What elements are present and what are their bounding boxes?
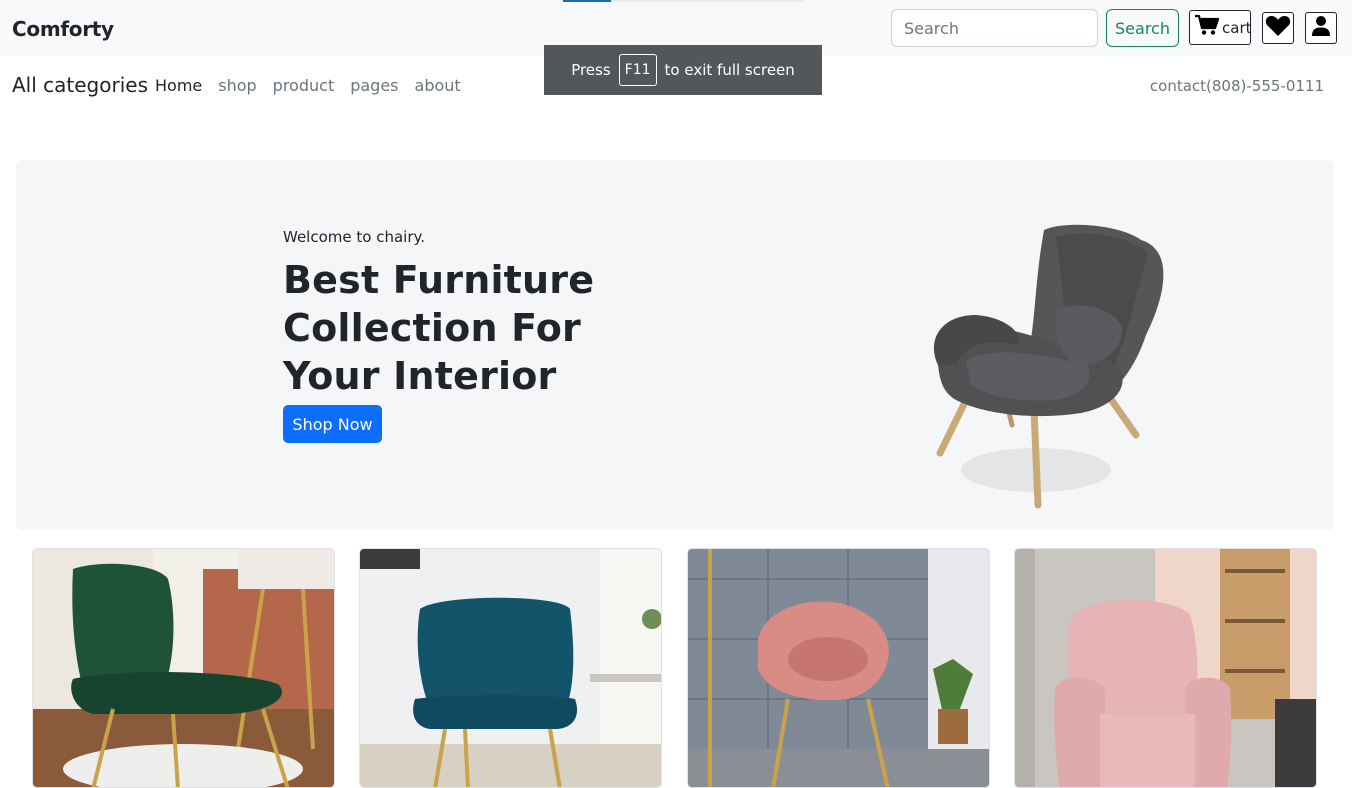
product-image (1015, 549, 1316, 787)
nav-shop[interactable]: shop (218, 76, 256, 95)
tab-indicator-active (563, 0, 611, 2)
all-categories-link[interactable]: All categories (12, 73, 148, 97)
brand-logo[interactable]: Comforty (12, 17, 114, 41)
toast-key: F11 (618, 54, 657, 86)
nav-home[interactable]: Home (155, 76, 202, 95)
main-nav: Home shop product pages about (155, 76, 477, 95)
product-card[interactable] (359, 548, 662, 788)
search-button[interactable]: Search (1106, 9, 1179, 47)
hero-title: Best Furniture Collection For Your Inter… (283, 258, 595, 398)
cart-label: cart (1222, 18, 1252, 37)
user-icon (1311, 15, 1331, 42)
fullscreen-toast: Press F11 to exit full screen (544, 45, 822, 95)
product-card[interactable] (1014, 548, 1317, 788)
nav-product[interactable]: product (273, 76, 335, 95)
product-image (360, 549, 661, 787)
search-input[interactable] (891, 9, 1098, 47)
nav-about[interactable]: about (415, 76, 461, 95)
account-button[interactable] (1305, 12, 1337, 44)
nav-pages[interactable]: pages (350, 76, 398, 95)
wishlist-button[interactable] (1262, 12, 1294, 44)
hero-banner: Welcome to chairy. Best Furniture Collec… (16, 160, 1334, 530)
product-card[interactable] (687, 548, 990, 788)
cart-icon (1194, 14, 1220, 41)
tab-indicator (563, 0, 805, 2)
contact-phone: contact(808)-555-0111 (1149, 77, 1324, 95)
toast-suffix: to exit full screen (664, 61, 795, 79)
toast-prefix: Press (571, 61, 611, 79)
hero-kicker: Welcome to chairy. (283, 228, 425, 246)
shop-now-button[interactable]: Shop Now (283, 405, 382, 443)
hero-chair-image (916, 215, 1196, 520)
product-image (33, 549, 334, 787)
heart-icon (1265, 14, 1291, 43)
product-card[interactable] (32, 548, 335, 788)
product-image (688, 549, 989, 787)
cart-button[interactable]: cart (1189, 10, 1252, 45)
